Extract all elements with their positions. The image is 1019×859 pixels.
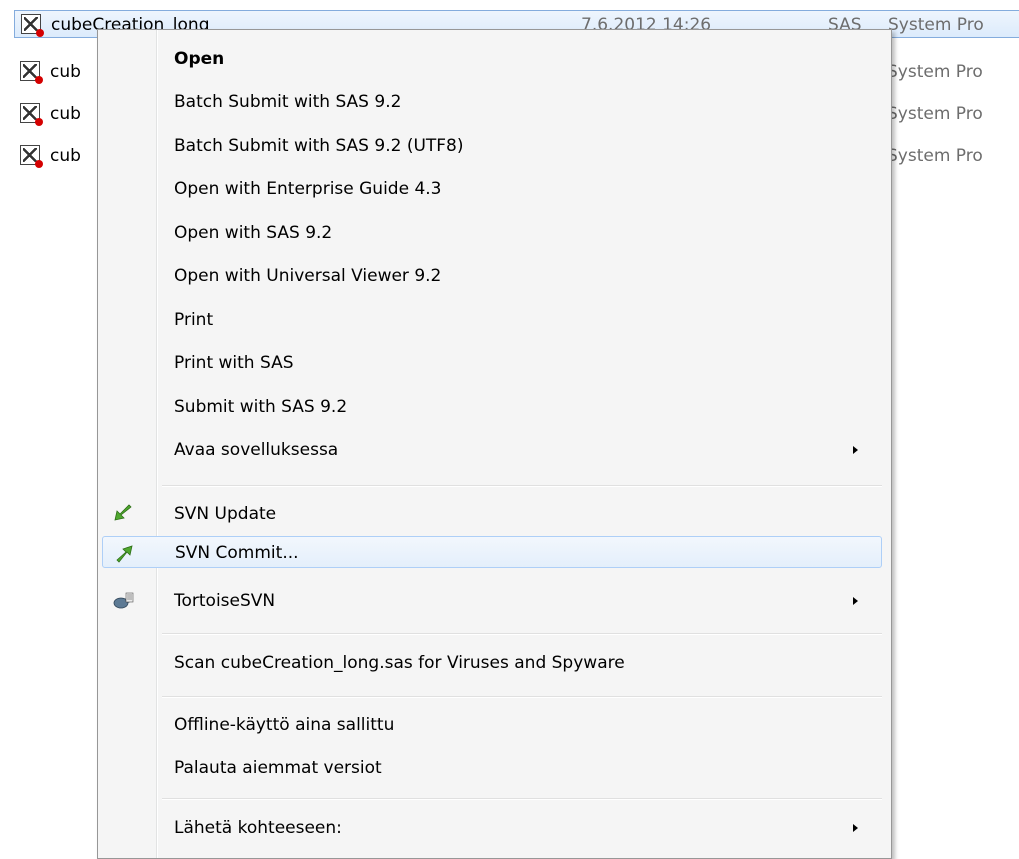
menu-item-label: TortoiseSVN [174,591,276,611]
menu-item-label: Print with SAS [174,353,294,373]
file-type: System Pro [887,104,983,124]
file-type: System Pro [887,146,983,166]
menu-item-open-universal-viewer[interactable]: Open with Universal Viewer 9.2 [102,260,882,292]
sas-file-icon [20,61,43,84]
svn-update-icon [114,504,132,521]
menu-item-label: SVN Commit... [175,543,299,563]
menu-item-submit-with-sas[interactable]: Submit with SAS 9.2 [102,391,882,423]
tortoisesvn-icon [113,592,134,609]
submenu-arrow-icon [853,824,858,832]
menu-item-label: Avaa sovelluksessa [174,440,339,460]
svn-commit-icon [116,545,133,563]
menu-item-label: Open with SAS 9.2 [174,223,333,243]
menu-item-label: Print [174,310,214,330]
menu-item-tortoisesvn[interactable]: TortoiseSVN [102,585,882,617]
menu-separator [162,696,882,698]
menu-separator [162,798,882,800]
menu-item-label: Palauta aiemmat versiot [174,758,382,778]
menu-item-label: Batch Submit with SAS 9.2 (UTF8) [174,136,464,156]
menu-item-label: Batch Submit with SAS 9.2 [174,92,402,112]
menu-item-label: Lähetä kohteeseen: [174,818,342,838]
sas-file-icon [20,103,43,126]
file-name: cub [50,104,81,124]
menu-item-open[interactable]: Open [102,43,882,75]
menu-item-send-to[interactable]: Lähetä kohteeseen: [102,812,882,844]
menu-item-restore-previous-versions[interactable]: Palauta aiemmat versiot [102,752,882,784]
file-type: System Pro [888,15,984,35]
menu-separator [162,633,882,635]
menu-item-label: Open with Universal Viewer 9.2 [174,266,442,286]
menu-item-svn-commit[interactable]: SVN Commit... [102,536,882,568]
menu-separator [162,485,882,487]
file-type: System Pro [887,62,983,82]
menu-item-scan-viruses[interactable]: Scan cubeCreation_long.sas for Viruses a… [102,647,882,679]
sas-file-icon [20,145,43,168]
menu-item-label: Open with Enterprise Guide 4.3 [174,179,442,199]
menu-item-open-with[interactable]: Avaa sovelluksessa [102,434,882,466]
menu-item-label: Scan cubeCreation_long.sas for Viruses a… [174,653,625,673]
file-name: cub [50,146,81,166]
menu-item-batch-submit-utf8[interactable]: Batch Submit with SAS 9.2 (UTF8) [102,130,882,162]
submenu-arrow-icon [853,597,858,605]
menu-item-label: Offline-käyttö aina sallittu [174,715,395,735]
submenu-arrow-icon [853,446,858,454]
menu-item-open-sas[interactable]: Open with SAS 9.2 [102,217,882,249]
file-name: cub [50,62,81,82]
sas-file-icon [21,14,44,37]
menu-item-batch-submit[interactable]: Batch Submit with SAS 9.2 [102,86,882,118]
menu-item-label: Open [174,49,225,69]
menu-item-svn-update[interactable]: SVN Update [102,498,882,530]
menu-item-open-enterprise-guide[interactable]: Open with Enterprise Guide 4.3 [102,173,882,205]
menu-item-label: SVN Update [174,504,277,524]
menu-item-print-with-sas[interactable]: Print with SAS [102,347,882,379]
context-menu: Open Batch Submit with SAS 9.2 Batch Sub… [97,29,892,859]
menu-item-label: Submit with SAS 9.2 [174,397,348,417]
menu-item-offline-available[interactable]: Offline-käyttö aina sallittu [102,709,882,741]
menu-item-print[interactable]: Print [102,304,882,336]
